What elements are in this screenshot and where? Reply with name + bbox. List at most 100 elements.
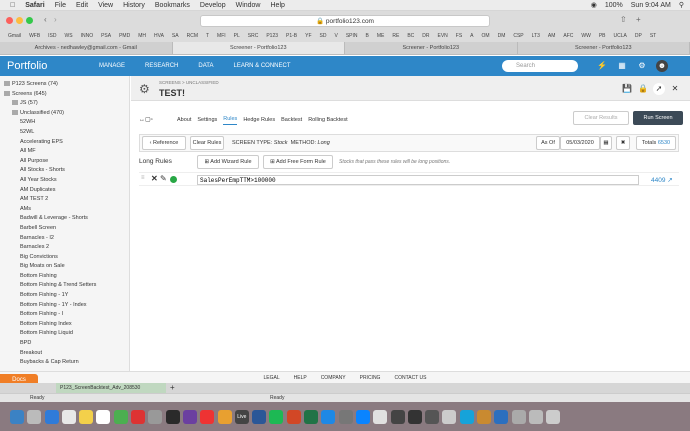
bookmark-item[interactable]: FS	[456, 33, 462, 39]
apple-icon[interactable]: 	[10, 2, 15, 9]
reference-button[interactable]: ‹ Reference	[142, 136, 186, 150]
site-logo[interactable]: Portfolio	[7, 60, 89, 72]
menu-file[interactable]: File	[55, 2, 66, 9]
breadcrumb[interactable]: SCREENS > UNCLASSIFIED	[159, 80, 219, 85]
totals-display[interactable]: Totals 6530	[636, 136, 676, 150]
app-icon[interactable]	[200, 409, 215, 424]
terminal-icon[interactable]	[165, 409, 180, 424]
rule-formula-input[interactable]: SalesPerEmpTTM>100000	[197, 175, 639, 185]
run-screen-button[interactable]: Run Screen	[633, 111, 683, 125]
bookmark-item[interactable]: PSA	[101, 33, 111, 39]
settings-app-icon[interactable]	[148, 409, 163, 424]
bookmark-item[interactable]: WFB	[29, 33, 40, 39]
app-icon[interactable]	[355, 409, 370, 424]
tab-about[interactable]: About	[177, 117, 191, 125]
sidebar-screen-item[interactable]: All Year Stocks	[0, 176, 129, 186]
app-icon[interactable]	[477, 409, 492, 424]
menu-view[interactable]: View	[98, 2, 113, 9]
add-wizard-rule-button[interactable]: ⊞ Add Wizard Rule	[197, 155, 259, 169]
word-icon[interactable]	[252, 409, 267, 424]
nav-research[interactable]: RESEARCH	[145, 63, 178, 69]
bookmark-item[interactable]: EVN	[438, 33, 448, 39]
bookmark-item[interactable]: SA	[172, 33, 179, 39]
bookmark-item[interactable]: V	[335, 33, 338, 39]
sidebar-screen-item[interactable]: Bottom Fishing & Trend Setters	[0, 281, 129, 291]
sidebar-group-screens[interactable]: Screens (645)	[0, 90, 129, 100]
footer-contact[interactable]: CONTACT US	[394, 375, 426, 381]
nav-data[interactable]: DATA	[198, 63, 213, 69]
sidebar-screen-item[interactable]: AM Duplicates	[0, 186, 129, 196]
bookmark-item[interactable]: ME	[377, 33, 385, 39]
browser-tab-active[interactable]: Screener - Portfolio123	[172, 42, 345, 54]
sidebar-screen-item[interactable]: 52WL	[0, 128, 129, 138]
folder-icon[interactable]	[511, 409, 526, 424]
minimize-window-button[interactable]	[16, 17, 23, 24]
bookmark-item[interactable]: DP	[635, 33, 642, 39]
site-search-input[interactable]: Search	[502, 60, 578, 72]
sidebar-group-unclassified[interactable]: Unclassified (470)	[0, 109, 129, 119]
sidebar-screen-item[interactable]: Accelerating EPS	[0, 138, 129, 148]
footer-legal[interactable]: LEGAL	[264, 375, 280, 381]
add-icon[interactable]: +	[170, 383, 175, 393]
calendar-icon[interactable]: ▦	[600, 136, 612, 150]
forward-icon[interactable]: ›	[54, 15, 57, 24]
bookmark-item[interactable]: RE	[392, 33, 399, 39]
bookmark-item[interactable]: PB	[599, 33, 606, 39]
clear-results-button[interactable]: Clear Results	[573, 111, 629, 125]
sidebar-screen-item[interactable]: Barnacles 2	[0, 243, 129, 253]
sidebar-screen-item[interactable]: Barbell Screen	[0, 224, 129, 234]
nav-learn-connect[interactable]: LEARN & CONNECT	[233, 63, 290, 69]
music-icon[interactable]	[131, 409, 146, 424]
bookmark-item[interactable]: CSP	[513, 33, 523, 39]
bookmark-item[interactable]: RCM	[187, 33, 198, 39]
wifi-icon[interactable]: ◉	[591, 1, 597, 9]
bookmark-item[interactable]: P1-B	[286, 33, 297, 39]
clear-rules-button[interactable]: Clear Rules	[190, 136, 224, 150]
pin-icon[interactable]: ➚	[653, 83, 665, 95]
bookmark-item[interactable]: Gmail	[8, 33, 21, 39]
notes-icon[interactable]	[79, 409, 94, 424]
menu-edit[interactable]: Edit	[76, 2, 88, 9]
footer-pricing[interactable]: PRICING	[360, 375, 381, 381]
search-icon[interactable]: ⚲	[679, 1, 684, 9]
safari-icon[interactable]	[44, 409, 59, 424]
app-icon[interactable]	[442, 409, 457, 424]
sidebar-screen-item[interactable]: Bottom Fishing - 1Y - Index	[0, 301, 129, 311]
back-icon[interactable]: ‹	[44, 15, 47, 24]
browser-tab[interactable]: Screener - Portfolio123	[345, 42, 518, 54]
folder-icon[interactable]	[528, 409, 543, 424]
bookmark-item[interactable]: T	[206, 33, 209, 39]
sidebar-screen-item[interactable]: Bottom Fishing Index	[0, 320, 129, 330]
bookmark-item[interactable]: SD	[320, 33, 327, 39]
chrome-icon[interactable]	[373, 409, 388, 424]
bookmark-item[interactable]: PL	[234, 33, 240, 39]
layout-toggle-icon[interactable]: ↔▢▫	[139, 116, 153, 123]
close-window-button[interactable]	[6, 17, 13, 24]
zoom-window-button[interactable]	[26, 17, 33, 24]
sidebar-screen-item[interactable]: Bottom Fishing - I	[0, 310, 129, 320]
user-avatar[interactable]: ☻	[656, 60, 668, 72]
menu-help[interactable]: Help	[271, 2, 285, 9]
bookmark-item[interactable]: OM	[482, 33, 490, 39]
bookmark-item[interactable]: BC	[407, 33, 414, 39]
sidebar-screen-item[interactable]: AM TEST 2	[0, 195, 129, 205]
sidebar-screen-item[interactable]: BPD	[0, 339, 129, 349]
save-icon[interactable]: 💾	[621, 83, 633, 95]
bookmark-item[interactable]: DR	[422, 33, 429, 39]
tab-settings[interactable]: Settings	[197, 117, 217, 125]
delete-rule-icon[interactable]: ✕	[151, 174, 158, 183]
sidebar-screen-item[interactable]: Barnacles - I2	[0, 234, 129, 244]
rule-pass-count[interactable]: 4409 ↗	[651, 176, 673, 184]
app-icon[interactable]	[459, 409, 474, 424]
calendar-app-icon[interactable]	[61, 409, 76, 424]
bookmark-item[interactable]: B	[366, 33, 369, 39]
bookmark-item[interactable]: PMD	[119, 33, 130, 39]
sidebar-screen-item[interactable]: Buybacks & Cap Return	[0, 358, 129, 368]
tab-rolling-backtest[interactable]: Rolling Backtest	[308, 117, 347, 125]
app-icon[interactable]	[494, 409, 509, 424]
app-icon[interactable]	[390, 409, 405, 424]
bookmark-item[interactable]: WW	[581, 33, 590, 39]
spotify-icon[interactable]	[269, 409, 284, 424]
clock[interactable]: Sun 9:04 AM	[631, 2, 671, 9]
trash-icon[interactable]	[546, 409, 561, 424]
